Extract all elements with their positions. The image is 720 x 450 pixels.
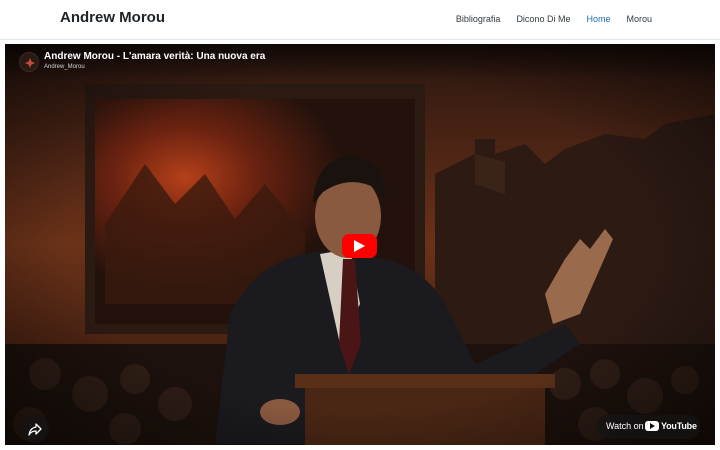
watch-on-label: Watch on bbox=[606, 421, 644, 431]
watch-on-youtube-button[interactable]: Watch on YouTube bbox=[596, 415, 700, 439]
youtube-logo-icon bbox=[645, 421, 659, 431]
play-button[interactable] bbox=[342, 234, 377, 258]
video-embed[interactable]: Andrew Morou - L'amara verità: Una nuova… bbox=[5, 44, 715, 445]
video-title-bar: Andrew Morou - L'amara verità: Una nuova… bbox=[5, 44, 715, 80]
site-header: Andrew Morou Bibliografia Dicono Di Me H… bbox=[0, 0, 720, 40]
play-icon bbox=[354, 240, 365, 252]
channel-name[interactable]: Andrew_Morou bbox=[44, 64, 85, 70]
nav-item-bibliografia[interactable]: Bibliografia bbox=[456, 14, 501, 24]
nav-item-dicono-di-me[interactable]: Dicono Di Me bbox=[516, 14, 570, 24]
youtube-wordmark: YouTube bbox=[661, 421, 697, 431]
share-icon bbox=[28, 423, 42, 436]
nav-item-morou[interactable]: Morou bbox=[626, 14, 652, 24]
video-title[interactable]: Andrew Morou - L'amara verità: Una nuova… bbox=[44, 51, 265, 62]
site-title[interactable]: Andrew Morou bbox=[60, 9, 165, 26]
main-nav: Bibliografia Dicono Di Me Home Morou bbox=[456, 14, 652, 24]
share-button[interactable] bbox=[21, 415, 49, 443]
nav-item-home[interactable]: Home bbox=[586, 14, 610, 24]
channel-avatar-icon[interactable] bbox=[19, 52, 39, 72]
